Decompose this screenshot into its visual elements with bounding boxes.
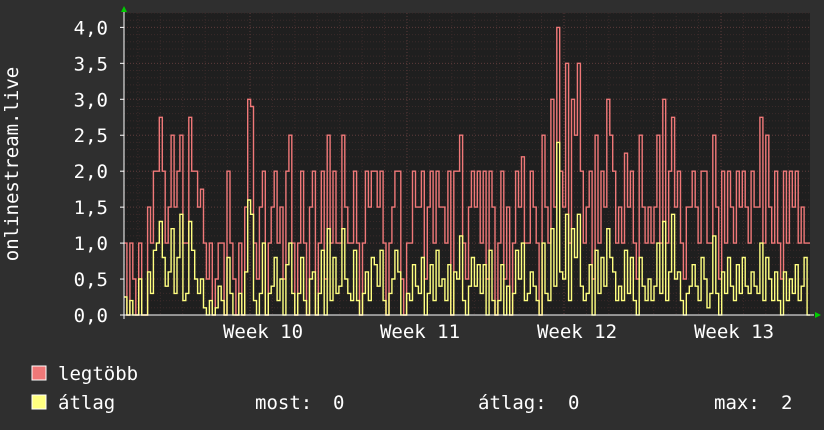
y-tick-label: 0,0 bbox=[74, 305, 108, 327]
legend-swatch-avg bbox=[31, 394, 47, 410]
y-tick-label: 3,0 bbox=[74, 89, 108, 111]
y-tick-label: 1,5 bbox=[74, 197, 108, 219]
legend-swatch-max bbox=[31, 365, 47, 381]
x-tick-label: Week 10 bbox=[223, 321, 303, 343]
y-tick-labels: 0,0 0,5 1,0 1,5 2,0 2,5 3,0 3,5 4,0 bbox=[74, 17, 108, 327]
stat-most-label: most: bbox=[255, 392, 312, 414]
x-tick-label: Week 11 bbox=[380, 321, 460, 343]
stat-max-value: 2 bbox=[781, 392, 792, 414]
y-tick-label: 2,0 bbox=[74, 161, 108, 183]
y-axis-label: onlinestream.live bbox=[1, 67, 23, 261]
y-tick-label: 1,0 bbox=[74, 233, 108, 255]
legend-label-max: legtöbb bbox=[58, 363, 138, 385]
x-tick-label: Week 12 bbox=[537, 321, 617, 343]
stat-avg-value: 0 bbox=[568, 392, 579, 414]
y-tick-label: 2,5 bbox=[74, 125, 108, 147]
chart-canvas: 0,0 0,5 1,0 1,5 2,0 2,5 3,0 3,5 4,0 Week 10 Week … bbox=[0, 0, 824, 430]
y-tick-label: 4,0 bbox=[74, 17, 108, 39]
stat-most-value: 0 bbox=[333, 392, 344, 414]
stat-avg-label: átlag: bbox=[478, 392, 547, 414]
legend-label-avg: átlag bbox=[58, 392, 115, 414]
stat-max-label: max: bbox=[714, 392, 760, 414]
y-tick-label: 0,5 bbox=[74, 269, 108, 291]
y-tick-label: 3,5 bbox=[74, 53, 108, 75]
x-tick-label: Week 13 bbox=[694, 321, 774, 343]
